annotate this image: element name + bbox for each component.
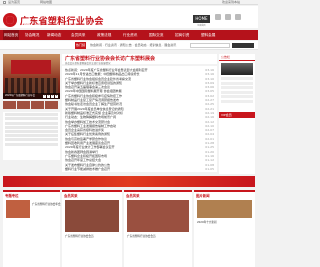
nav-item[interactable]: 协会概况 (24, 30, 40, 40)
left-info-block (3, 112, 60, 160)
logo-icon-inner (6, 16, 14, 24)
set-homepage-link[interactable]: 设为首页 (8, 1, 20, 4)
slider-dot[interactable]: 3 (51, 95, 54, 98)
thumbnail[interactable] (31, 101, 44, 109)
nav-item[interactable]: 会员风采 (70, 30, 86, 40)
section-caption[interactable]: 广东省塑料行业协会年会 (32, 202, 61, 206)
search-input[interactable] (190, 43, 230, 48)
user-icon[interactable] (235, 14, 241, 20)
section-image[interactable] (6, 200, 30, 218)
section-image[interactable] (65, 200, 119, 232)
main-nav: 网站首页 协会概况 新闻动态 会员风采 政策法规 行业资讯 国际交流 招商引资 塑料会展 (0, 30, 258, 40)
photo-slider[interactable]: 2020年广东省塑料行业年会 1234 (3, 54, 60, 99)
slider-image-crowd (5, 78, 58, 94)
section-caption[interactable]: 2020年十大新闻 (197, 220, 217, 224)
headline-box: 广东省塑料行业协会会长访广东塑料展会 协会会长带队参观展会并交流行业发展情况 (62, 54, 217, 65)
vip-member-header[interactable]: VIP会员 (219, 112, 255, 118)
slider-image-stage (11, 60, 51, 74)
news-date: 01-05 (204, 166, 214, 172)
nav-item[interactable]: 国际交流 (148, 30, 164, 40)
thumbnail[interactable] (17, 101, 30, 109)
top-bar: 设为首页 网站地图 欢迎来到本站 (0, 0, 258, 5)
thumbnail[interactable] (3, 101, 16, 109)
phone-icon[interactable] (215, 14, 221, 20)
news-title[interactable]: 塑料行业节能减排技术推广会召开 (65, 167, 110, 171)
slider-dot[interactable]: 2 (47, 95, 50, 98)
set-homepage-checkbox[interactable] (3, 1, 6, 4)
section-image[interactable] (197, 200, 252, 218)
header-icons (215, 14, 245, 21)
section-caption[interactable]: 广东省塑料行业协会会员 (127, 234, 156, 238)
nav-item[interactable]: 政策法规 (96, 30, 112, 40)
notice-header: 公告栏 (219, 54, 255, 61)
mail-icon[interactable] (225, 14, 231, 20)
news-item[interactable]: 塑料行业节能减排技术推广会召开 01-05 (65, 166, 214, 172)
slider-dot[interactable]: 1 (43, 95, 46, 98)
slider-thumbnails (3, 101, 60, 110)
thumbnail[interactable] (45, 101, 58, 109)
nav-item[interactable]: 行业资讯 (122, 30, 138, 40)
section-special: 专题专栏 广东省塑料行业协会年会 (3, 190, 61, 267)
site-header: 广东省塑料行业协会 PLASTICS INDUSTRY ASSOCIATION … (0, 6, 258, 28)
nav-item[interactable]: 新闻动态 (46, 30, 62, 40)
slider-dots: 1234 (42, 93, 58, 98)
section-image[interactable] (127, 200, 189, 232)
section-title: 专题专栏 (5, 194, 19, 198)
section-caption[interactable]: 广东省塑料行业协会会员 (65, 234, 94, 238)
sub-nav: 热门频道 协会新闻 · 行业资讯 · 通知公告 · 会员动态 · 培训信息 · … (0, 41, 258, 54)
site-subtitle: PLASTICS INDUSTRY ASSOCIATION OF GUANGDO… (20, 24, 81, 26)
ad-banner[interactable] (3, 176, 255, 187)
news-list: 热点新闻：2020年度广东省塑料行业年会暨表彰大会顺利召开 03-16 2020年1… (62, 66, 217, 172)
hot-channel-links[interactable]: 协会新闻 · 行业资讯 · 通知公告 · 会员动态 · 培训信息 · 展会资讯 (90, 43, 176, 47)
nav-item[interactable]: 招商引资 (174, 30, 190, 40)
section-title: 会员风采 (64, 194, 78, 198)
section-members-2: 会员风采 广东省塑料行业协会会员 (124, 190, 192, 267)
notice-image[interactable] (221, 63, 253, 75)
headline-subtitle: 协会会长带队参观展会并交流行业发展情况 (65, 62, 111, 65)
nav-item[interactable]: 网站首页 (3, 30, 20, 40)
welcome-text: 欢迎来到本站 (222, 0, 241, 4)
nav-item[interactable]: 塑料会展 (200, 30, 216, 40)
slider-dot[interactable]: 4 (55, 95, 58, 98)
hot-channel-tag: 热门频道 (75, 42, 86, 54)
home-button[interactable]: HOME (193, 15, 210, 23)
search-button[interactable] (232, 43, 254, 48)
section-members-1: 会员风采 广东省塑料行业协会会员 (62, 190, 122, 267)
section-title: 图片新闻 (196, 194, 210, 198)
section-photo-news: 图片新闻 2020年十大新闻 (194, 190, 255, 267)
section-title: 会员风采 (126, 194, 140, 198)
home-sub-label: 协会首页 (197, 25, 206, 27)
site-map-link[interactable]: 网站地图 (40, 1, 52, 4)
